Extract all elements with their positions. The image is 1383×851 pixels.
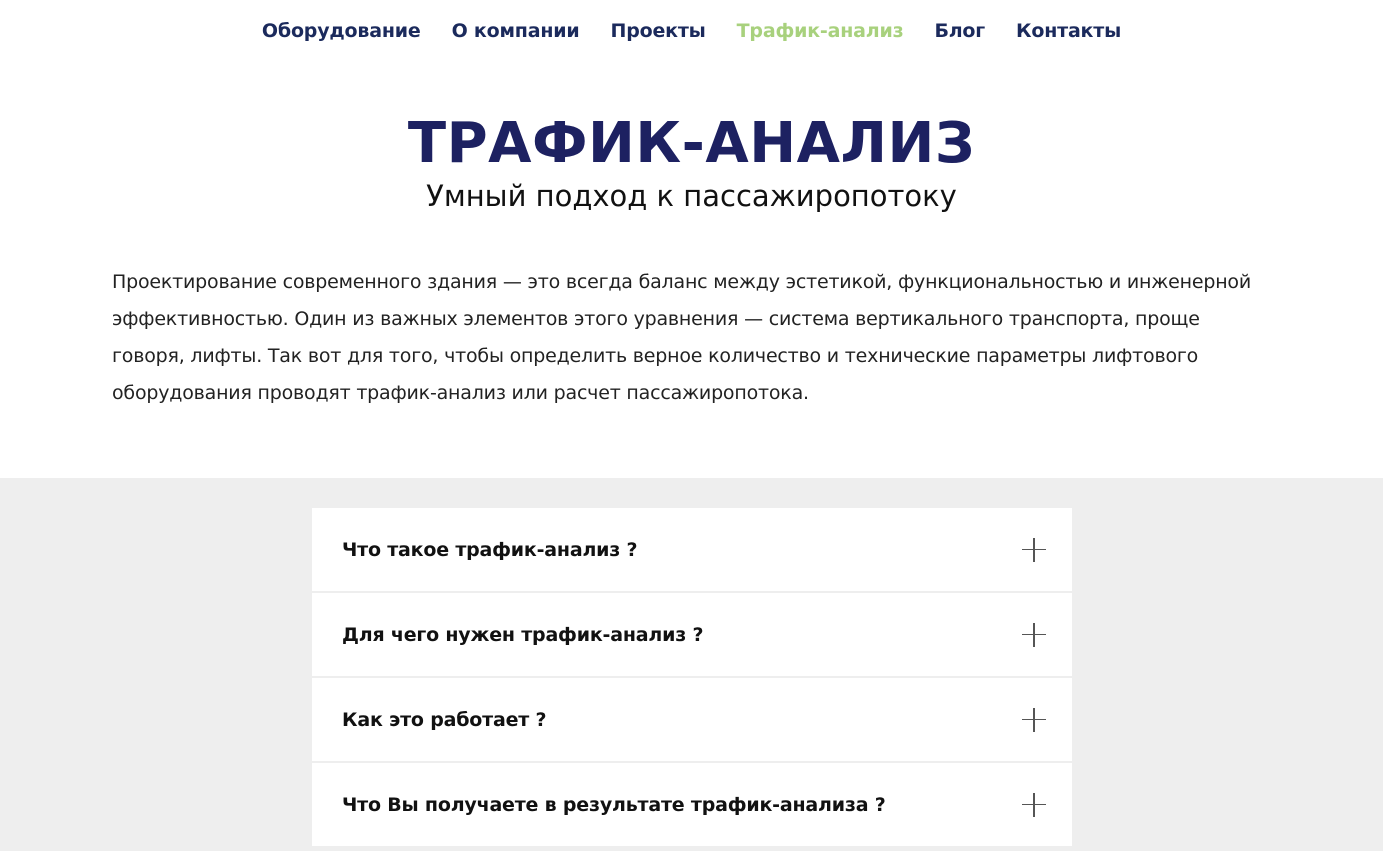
faq-item-how-it-works[interactable]: Как это работает ? bbox=[312, 678, 1072, 763]
nav-item-equipment[interactable]: Оборудование bbox=[262, 20, 421, 42]
nav-item-contacts[interactable]: Контакты bbox=[1016, 20, 1121, 42]
nav-item-blog[interactable]: Блог bbox=[934, 20, 985, 42]
nav-item-traffic-analysis[interactable]: Трафик-анализ bbox=[737, 20, 904, 42]
main-nav: Оборудование О компании Проекты Трафик-а… bbox=[0, 0, 1383, 62]
faq-item-what-is[interactable]: Что такое трафик-анализ ? bbox=[312, 508, 1072, 593]
faq-item-why-needed[interactable]: Для чего нужен трафик-анализ ? bbox=[312, 593, 1072, 678]
nav-item-projects[interactable]: Проекты bbox=[611, 20, 706, 42]
faq-accordion: Что такое трафик-анализ ? Для чего нужен… bbox=[312, 508, 1072, 848]
faq-question: Для чего нужен трафик-анализ ? bbox=[342, 623, 704, 646]
page-subtitle: Умный подход к пассажиропотоку bbox=[426, 179, 957, 213]
nav-item-about[interactable]: О компании bbox=[452, 20, 580, 42]
plus-icon[interactable] bbox=[1022, 537, 1046, 562]
faq-question: Как это работает ? bbox=[342, 708, 547, 731]
page: Оборудование О компании Проекты Трафик-а… bbox=[0, 0, 1383, 851]
faq-item-results[interactable]: Что Вы получаете в результате трафик-ана… bbox=[312, 763, 1072, 848]
faq-question: Что Вы получаете в результате трафик-ана… bbox=[342, 793, 886, 816]
nav-list: Оборудование О компании Проекты Трафик-а… bbox=[262, 20, 1121, 42]
plus-icon[interactable] bbox=[1022, 792, 1046, 817]
plus-icon[interactable] bbox=[1022, 707, 1046, 732]
intro-paragraph: Проектирование современного здания — это… bbox=[112, 271, 1252, 404]
faq-question: Что такое трафик-анализ ? bbox=[342, 538, 638, 561]
page-title: ТРАФИК-АНАЛИЗ bbox=[407, 111, 976, 176]
plus-icon[interactable] bbox=[1022, 622, 1046, 647]
